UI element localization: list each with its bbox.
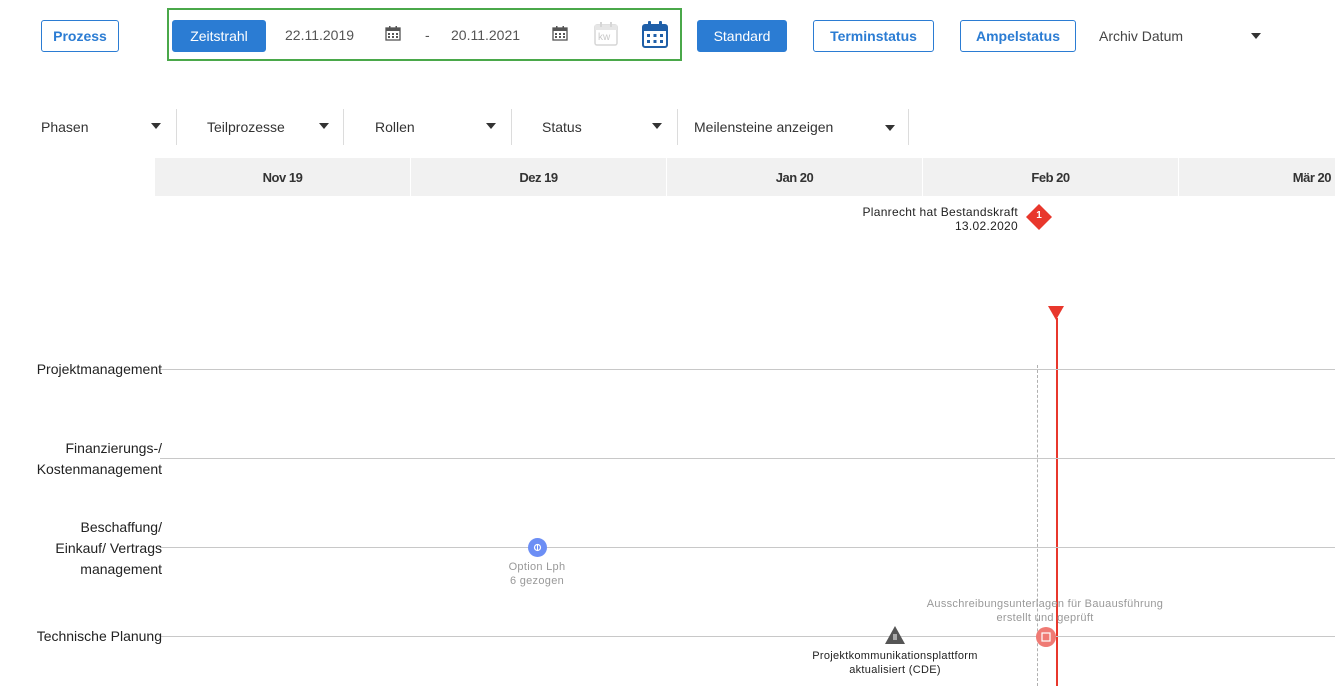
projektkomm-milestone-label: Projektkommunikationsplattform aktualisi… bbox=[775, 649, 1015, 677]
ausschreibung-line2: erstellt und geprüft bbox=[996, 612, 1094, 624]
meilensteine-dropdown-icon[interactable] bbox=[885, 125, 895, 131]
standard-button[interactable]: Standard bbox=[697, 20, 787, 52]
week-calendar-icon[interactable]: kw bbox=[592, 20, 620, 48]
filter-divider bbox=[511, 109, 512, 145]
finanzierung-line2: Kostenmanagement bbox=[36, 461, 162, 477]
beschaffung-line2: Einkauf/ Vertrags bbox=[55, 540, 162, 556]
planrecht-badge-count: 1 bbox=[1036, 210, 1042, 221]
option-line1: Option Lph bbox=[508, 561, 566, 573]
terminstatus-button[interactable]: Terminstatus bbox=[813, 20, 934, 52]
planrecht-date: 13.02.2020 bbox=[954, 219, 1018, 233]
month-feb20: Feb 20 bbox=[923, 158, 1179, 196]
prozess-button[interactable]: Prozess bbox=[41, 20, 119, 52]
planrecht-milestone-label: Planrecht hat Bestandskraft 13.02.2020 bbox=[800, 205, 1018, 233]
status-dropdown-icon[interactable] bbox=[652, 123, 662, 129]
date-separator: - bbox=[425, 27, 430, 43]
planrecht-title: Planrecht hat Bestandskraft bbox=[862, 205, 1018, 219]
archiv-dropdown-icon[interactable] bbox=[1251, 33, 1261, 39]
calendar-from-icon[interactable] bbox=[385, 25, 401, 46]
filter-divider bbox=[908, 109, 909, 145]
beschaffung-line1: Beschaffung/ bbox=[80, 519, 162, 535]
filter-divider bbox=[343, 109, 344, 145]
option-milestone-marker[interactable] bbox=[528, 538, 547, 557]
row-line-projektmanagement bbox=[160, 369, 1335, 370]
calendar-to-icon[interactable] bbox=[552, 25, 568, 46]
timeline-header: Nov 19 Dez 19 Jan 20 Feb 20 Mär 20 bbox=[155, 158, 1335, 196]
month-dez19: Dez 19 bbox=[411, 158, 667, 196]
kw-label: kw bbox=[598, 32, 611, 43]
row-line-finanzierung bbox=[160, 458, 1335, 459]
projektkomm-line1: Projektkommunikationsplattform bbox=[812, 650, 978, 662]
teilprozesse-dropdown-icon[interactable] bbox=[319, 123, 329, 129]
zeitstrahl-button[interactable]: Zeitstrahl bbox=[172, 20, 266, 52]
ausschreibung-milestone-marker[interactable] bbox=[1036, 627, 1056, 647]
filter-rollen[interactable]: Rollen bbox=[375, 119, 415, 135]
row-label-beschaffung: Beschaffung/ Einkauf/ Vertrags managemen… bbox=[55, 517, 162, 580]
today-line bbox=[1056, 318, 1058, 686]
finanzierung-line1: Finanzierungs-/ bbox=[65, 440, 163, 456]
month-maer20: Mär 20 bbox=[1292, 169, 1332, 185]
option-milestone-label: Option Lph 6 gezogen bbox=[477, 560, 597, 588]
ausschreibung-line1: Ausschreibungsunterlagen für Bauausführu… bbox=[926, 598, 1164, 610]
row-label-technische-planung: Technische Planung bbox=[36, 628, 162, 644]
filter-meilensteine[interactable]: Meilensteine anzeigen bbox=[694, 119, 833, 135]
date-from-field[interactable]: 22.11.2019 bbox=[285, 27, 354, 43]
filter-phasen[interactable]: Phasen bbox=[41, 119, 88, 135]
row-label-finanzierung: Finanzierungs-/ Kostenmanagement bbox=[37, 438, 162, 480]
rollen-dropdown-icon[interactable] bbox=[486, 123, 496, 129]
month-nov19: Nov 19 bbox=[155, 158, 411, 196]
row-label-projektmanagement: Projektmanagement bbox=[36, 361, 162, 377]
ausschreibung-milestone-label: Ausschreibungsunterlagen für Bauausführu… bbox=[880, 597, 1210, 625]
filter-divider bbox=[677, 109, 678, 145]
month-jan20: Jan 20 bbox=[667, 158, 923, 196]
planrecht-milestone-marker[interactable]: 1 bbox=[1025, 203, 1053, 231]
archiv-datum-select[interactable]: Archiv Datum bbox=[1099, 28, 1183, 44]
filter-divider bbox=[176, 109, 177, 145]
beschaffung-line3: management bbox=[80, 561, 162, 577]
filter-status[interactable]: Status bbox=[542, 119, 582, 135]
filter-teilprozesse[interactable]: Teilprozesse bbox=[207, 119, 285, 135]
month-calendar-icon[interactable] bbox=[640, 20, 670, 50]
row-line-technische-planung bbox=[160, 636, 1335, 637]
projektkomm-line2: aktualisiert (CDE) bbox=[849, 664, 941, 676]
phasen-dropdown-icon[interactable] bbox=[151, 123, 161, 129]
projektkomm-milestone-marker[interactable] bbox=[884, 625, 906, 650]
option-line2: 6 gezogen bbox=[509, 575, 565, 587]
date-to-field[interactable]: 20.11.2021 bbox=[451, 27, 520, 43]
row-line-beschaffung bbox=[160, 547, 1335, 548]
ampelstatus-button[interactable]: Ampelstatus bbox=[960, 20, 1076, 52]
